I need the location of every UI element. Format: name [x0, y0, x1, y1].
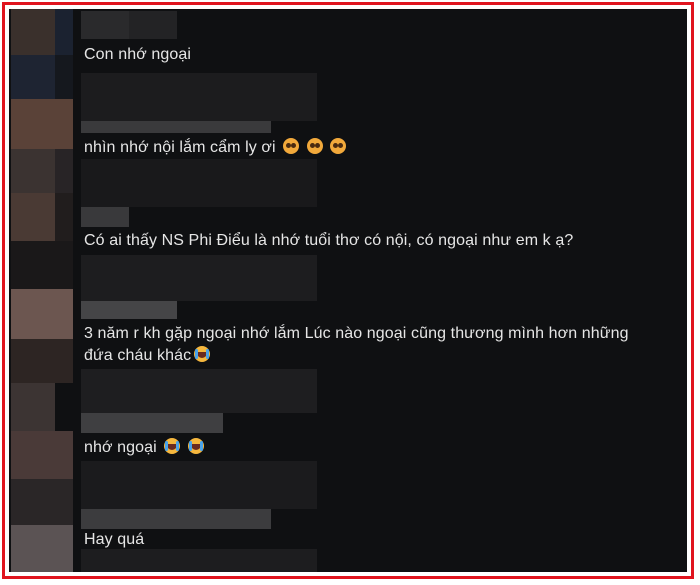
comment-text-content: nhìn nhớ nội lắm cẩm ly ơi — [84, 139, 276, 156]
pleading-face-icon — [306, 138, 323, 154]
avatar[interactable] — [11, 99, 73, 149]
comment-feed[interactable]: Con nhớ ngoại nhìn nhớ nội lắm cẩm ly ơi… — [9, 9, 687, 572]
comment-text: Có ai thấy NS Phi Điểu là nhớ tuổi thơ c… — [84, 232, 574, 249]
avatar-pixel — [55, 193, 73, 241]
avatar-pixel — [11, 55, 55, 99]
avatar[interactable] — [11, 193, 55, 241]
username-redacted — [81, 301, 177, 319]
username-redacted — [81, 255, 317, 301]
comment-text-line: đứa cháu khác — [84, 345, 629, 367]
username-redacted — [81, 461, 317, 509]
username-redacted — [81, 121, 271, 133]
comment-text-content: đứa cháu khác — [84, 347, 192, 364]
comment-text-line: 3 năm r kh gặp ngoại nhớ lắm Lúc nào ngo… — [84, 325, 629, 342]
crying-face-icon — [194, 346, 211, 362]
comment-text: nhớ ngoại — [84, 437, 204, 459]
avatar-pixel — [11, 241, 73, 289]
comment-text: nhìn nhớ nội lắm cẩm ly ơi — [84, 137, 347, 159]
avatar-pixel — [11, 431, 73, 479]
username-redacted — [81, 413, 223, 433]
crying-face-icon — [187, 438, 204, 454]
avatar-pixel — [11, 479, 73, 525]
avatar-column — [11, 9, 73, 572]
avatar[interactable] — [11, 383, 55, 431]
username-redacted — [81, 509, 271, 529]
crying-face-icon — [164, 438, 181, 454]
username-redacted — [81, 159, 317, 207]
screenshot-frame: Con nhớ ngoại nhìn nhớ nội lắm cẩm ly ơi… — [2, 2, 694, 579]
username-redacted — [81, 369, 317, 413]
avatar[interactable] — [11, 9, 55, 55]
pleading-face-icon — [330, 138, 347, 154]
username-redacted — [81, 207, 129, 227]
avatar-pixel — [55, 9, 73, 55]
avatar[interactable] — [11, 289, 73, 339]
username-redacted — [81, 549, 317, 572]
comment-text: Con nhớ ngoại — [84, 46, 191, 63]
comment-text: 3 năm r kh gặp ngoại nhớ lắm Lúc nào ngo… — [84, 323, 629, 367]
pleading-face-icon — [283, 138, 300, 154]
avatar-pixel — [11, 149, 55, 193]
username-redacted — [81, 73, 317, 121]
username-redacted — [129, 11, 177, 39]
avatar-pixel — [55, 149, 73, 193]
avatar-pixel — [55, 55, 73, 99]
avatar-pixel — [11, 339, 73, 383]
comment-text: Hay quá — [84, 531, 145, 548]
username-redacted — [81, 11, 129, 39]
avatar[interactable] — [11, 525, 73, 572]
comment-text-content: nhớ ngoại — [84, 439, 157, 456]
